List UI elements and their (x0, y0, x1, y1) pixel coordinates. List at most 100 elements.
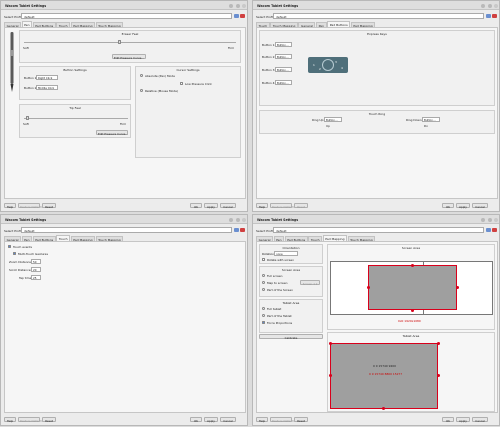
delete-profile-icon[interactable] (240, 227, 245, 232)
tablet-selection-area[interactable]: 0 0 15740 9200 0 9 15740 8800 15277 (330, 343, 438, 409)
apply-button[interactable]: Apply (456, 203, 470, 209)
rotate-with-screen-checkbox[interactable] (262, 258, 266, 262)
close-icon[interactable] (494, 217, 498, 222)
part-tablet-radio[interactable] (262, 314, 266, 318)
tablet-right-handle[interactable] (436, 374, 440, 377)
screen-select-button[interactable]: Screen 1 ▾ (300, 280, 320, 286)
tablet-area-preview-title: Tablet Area (402, 334, 420, 338)
ok-button[interactable]: OK (442, 203, 454, 209)
tablet-bottom-handle[interactable] (382, 407, 385, 410)
eraser-feel-group: Eraser Feel Soft Firm Edit Pressure Curv… (19, 30, 241, 63)
screen-selection-area[interactable] (368, 265, 457, 310)
ring-up-select[interactable]: Button... (324, 117, 342, 122)
low-pressure-checkbox[interactable] (180, 82, 184, 86)
relative-mode-radio[interactable] (140, 89, 144, 93)
ok-button[interactable]: OK (442, 417, 454, 423)
cancel-button[interactable]: Cancel (472, 203, 488, 209)
full-screen-radio[interactable] (262, 274, 266, 278)
pad-button4-label: Button 4: (262, 81, 276, 85)
minimize-icon[interactable] (229, 3, 233, 8)
calibrate-button[interactable]: Calibrate (259, 334, 323, 340)
apply-button[interactable]: Apply (204, 417, 218, 423)
ring-up-label: Ring Up: (312, 118, 325, 122)
cancel-button[interactable]: Cancel (472, 417, 488, 423)
scroll-distance-spinbox[interactable]: 20 (31, 267, 41, 272)
pad-button4-select[interactable]: Button... (275, 80, 292, 85)
add-profile-icon[interactable] (234, 227, 239, 232)
absolute-mode-radio[interactable] (140, 74, 144, 78)
reset-button[interactable]: Reset (42, 417, 56, 423)
add-profile-icon[interactable] (486, 13, 491, 18)
eraser-feel-slider[interactable] (118, 40, 121, 44)
maximize-icon[interactable] (236, 217, 240, 222)
delete-profile-icon[interactable] (240, 13, 245, 18)
restore-defaults-button[interactable]: Restore Defaults (270, 203, 295, 209)
profile-select[interactable]: default (273, 227, 484, 233)
ring-key-4: 4 (341, 66, 343, 70)
tap-time-spinbox[interactable]: 25 (31, 275, 41, 280)
minimize-icon[interactable] (481, 3, 485, 8)
maximize-icon[interactable] (236, 3, 240, 8)
pad-button3-select[interactable]: Button... (275, 67, 292, 72)
help-button[interactable]: Help (4, 203, 16, 209)
screen-bottom-handle[interactable] (411, 308, 414, 312)
delete-profile-icon[interactable] (492, 227, 497, 232)
restore-defaults-button[interactable]: Restore Defaults (18, 417, 43, 423)
profile-select[interactable]: default (273, 13, 484, 19)
tablet-left-handle[interactable] (328, 374, 332, 377)
add-profile-icon[interactable] (234, 13, 239, 18)
multitouch-checkbox[interactable] (13, 252, 17, 256)
tablet-topleft-handle[interactable] (328, 342, 332, 345)
ok-button[interactable]: OK (190, 203, 202, 209)
part-of-screen-radio[interactable] (262, 288, 266, 292)
window-pen: Wacom Tablet Settings Select Profile: de… (0, 0, 248, 212)
zoom-distance-spinbox[interactable]: 50 (31, 259, 41, 264)
rotation-select[interactable]: none (274, 251, 298, 256)
profile-select[interactable]: default (21, 13, 232, 19)
ok-button[interactable]: OK (190, 417, 202, 423)
minimize-icon[interactable] (481, 217, 485, 222)
full-tablet-radio[interactable] (262, 307, 266, 311)
restore-defaults-button[interactable]: Restore Defaults (270, 417, 295, 423)
pad-button1-select[interactable]: Button... (275, 42, 292, 47)
force-proportions-checkbox[interactable] (262, 321, 266, 325)
reset-button[interactable]: Reset (294, 417, 308, 423)
help-button[interactable]: Help (256, 417, 268, 423)
eraser-pressure-curve-button[interactable]: Edit Pressure Curve... (112, 54, 146, 60)
add-profile-icon[interactable] (486, 227, 491, 232)
maximize-icon[interactable] (488, 3, 492, 8)
close-icon[interactable] (242, 3, 246, 8)
maximize-icon[interactable] (488, 217, 492, 222)
minimize-icon[interactable] (229, 217, 233, 222)
map-to-screen-radio[interactable] (262, 281, 266, 285)
restore-defaults-button[interactable]: Restore Defaults (18, 203, 43, 209)
tablet-topright-handle[interactable] (436, 342, 440, 345)
help-button[interactable]: Help (256, 203, 268, 209)
apply-button[interactable]: Apply (456, 417, 470, 423)
tip-feel-title: Tip Feel (69, 106, 81, 110)
tip-pressure-curve-button[interactable]: Edit Pressure Curve... (96, 130, 128, 136)
screen-left-handle[interactable] (366, 286, 370, 289)
pad-button1-label: Button 1: (262, 43, 276, 47)
ring-down-select[interactable]: Button... (422, 117, 440, 122)
apply-button[interactable]: Apply (204, 203, 218, 209)
button2-select[interactable]: Middle Click (36, 85, 58, 90)
pad-button2-select[interactable]: Button... (275, 54, 292, 59)
button-bar: Help Restore Defaults Reset OK Apply Can… (256, 202, 498, 209)
button1-select[interactable]: Right Click (36, 75, 58, 80)
screen-top-handle[interactable] (411, 263, 414, 267)
cursor-settings-group: Cursor Settings Absolute (Pen) Mode Low … (135, 66, 241, 158)
help-button[interactable]: Help (4, 417, 16, 423)
screen-right-handle[interactable] (455, 286, 459, 289)
tip-feel-slider[interactable] (26, 116, 29, 120)
ring-key-2: 2 (319, 67, 321, 71)
reset-button[interactable]: Reset (294, 203, 308, 209)
cancel-button[interactable]: Cancel (220, 417, 236, 423)
delete-profile-icon[interactable] (492, 13, 497, 18)
reset-button[interactable]: Reset (42, 203, 56, 209)
close-icon[interactable] (494, 3, 498, 8)
close-icon[interactable] (242, 217, 246, 222)
touch-events-checkbox[interactable] (8, 245, 12, 249)
cancel-button[interactable]: Cancel (220, 203, 236, 209)
profile-select[interactable]: default (21, 227, 232, 233)
